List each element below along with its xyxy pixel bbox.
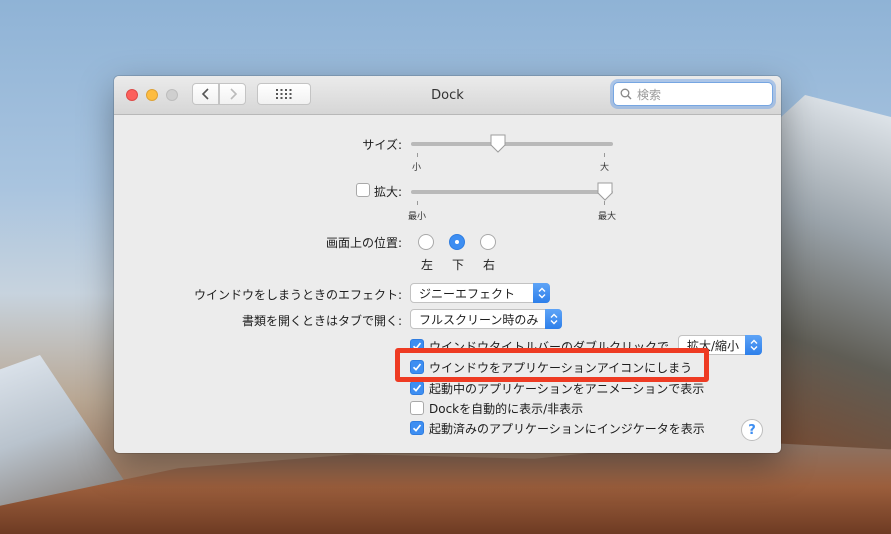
position-left-radio[interactable] — [418, 234, 434, 250]
minimize-into-icon-checkbox[interactable] — [410, 360, 424, 374]
position-right-radio[interactable] — [480, 234, 496, 250]
open-documents-tabs-value: フルスクリーン時のみ — [419, 312, 539, 327]
animate-opening-label: 起動中のアプリケーションをアニメーションで表示 — [429, 382, 705, 396]
search-icon — [620, 88, 632, 100]
size-label: サイズ: — [362, 138, 402, 152]
checkmark-icon — [412, 424, 422, 432]
show-indicators-label: 起動済みのアプリケーションにインジケータを表示 — [429, 422, 705, 436]
magnification-checkbox[interactable] — [356, 183, 370, 197]
magnification-min-label: 最小 — [408, 212, 427, 222]
autohide-checkbox[interactable] — [410, 401, 424, 415]
size-min-tick — [417, 153, 418, 157]
size-slider-track[interactable] — [411, 142, 613, 146]
position-bottom-radio[interactable] — [449, 234, 465, 250]
minimize-effect-value: ジニーエフェクト — [419, 286, 516, 301]
position-left-label: 左 — [421, 258, 434, 272]
search-field[interactable]: 検索 — [613, 82, 773, 106]
autohide-label: Dockを自動的に表示/非表示 — [429, 402, 584, 416]
checkmark-icon — [412, 363, 422, 371]
show-indicators-checkbox[interactable] — [410, 421, 424, 435]
size-slider-thumb[interactable] — [489, 134, 507, 154]
position-right-label: 右 — [483, 258, 496, 272]
popup-arrows-icon — [545, 309, 562, 329]
search-placeholder: 検索 — [637, 87, 662, 102]
minimize-into-icon-label: ウインドウをアプリケーションアイコンにしまう — [429, 361, 693, 375]
magnification-label: 拡大: — [373, 185, 402, 199]
animate-opening-checkbox[interactable] — [410, 381, 424, 395]
help-button[interactable]: ? — [741, 419, 763, 441]
popup-arrows-icon — [745, 335, 762, 355]
magnification-slider-thumb[interactable] — [596, 182, 614, 202]
size-min-label: 小 — [412, 163, 422, 173]
size-max-label: 大 — [600, 163, 610, 173]
open-documents-tabs-popup[interactable]: フルスクリーン時のみ — [410, 309, 562, 329]
magnification-min-tick — [417, 201, 418, 205]
dock-preferences-window: Dock 検索 サイズ: 小 大 拡大: 最小 最大 画面上の位置: 左 下 右… — [114, 76, 781, 453]
title-bar: Dock 検索 — [114, 76, 781, 115]
wallpaper-ground — [0, 440, 891, 534]
popup-arrows-icon — [533, 283, 550, 303]
open-documents-tabs-label: 書類を開くときはタブで開く: — [241, 314, 402, 328]
minimize-effect-label: ウインドウをしまうときのエフェクト: — [193, 288, 402, 302]
size-max-tick — [604, 153, 605, 157]
minimize-effect-popup[interactable]: ジニーエフェクト — [410, 283, 550, 303]
magnification-max-label: 最大 — [598, 212, 617, 222]
magnification-slider-track[interactable] — [411, 190, 613, 194]
position-bottom-label: 下 — [452, 258, 465, 272]
position-label: 画面上の位置: — [325, 236, 402, 250]
magnification-max-tick — [604, 201, 605, 205]
checkmark-icon — [412, 384, 422, 392]
